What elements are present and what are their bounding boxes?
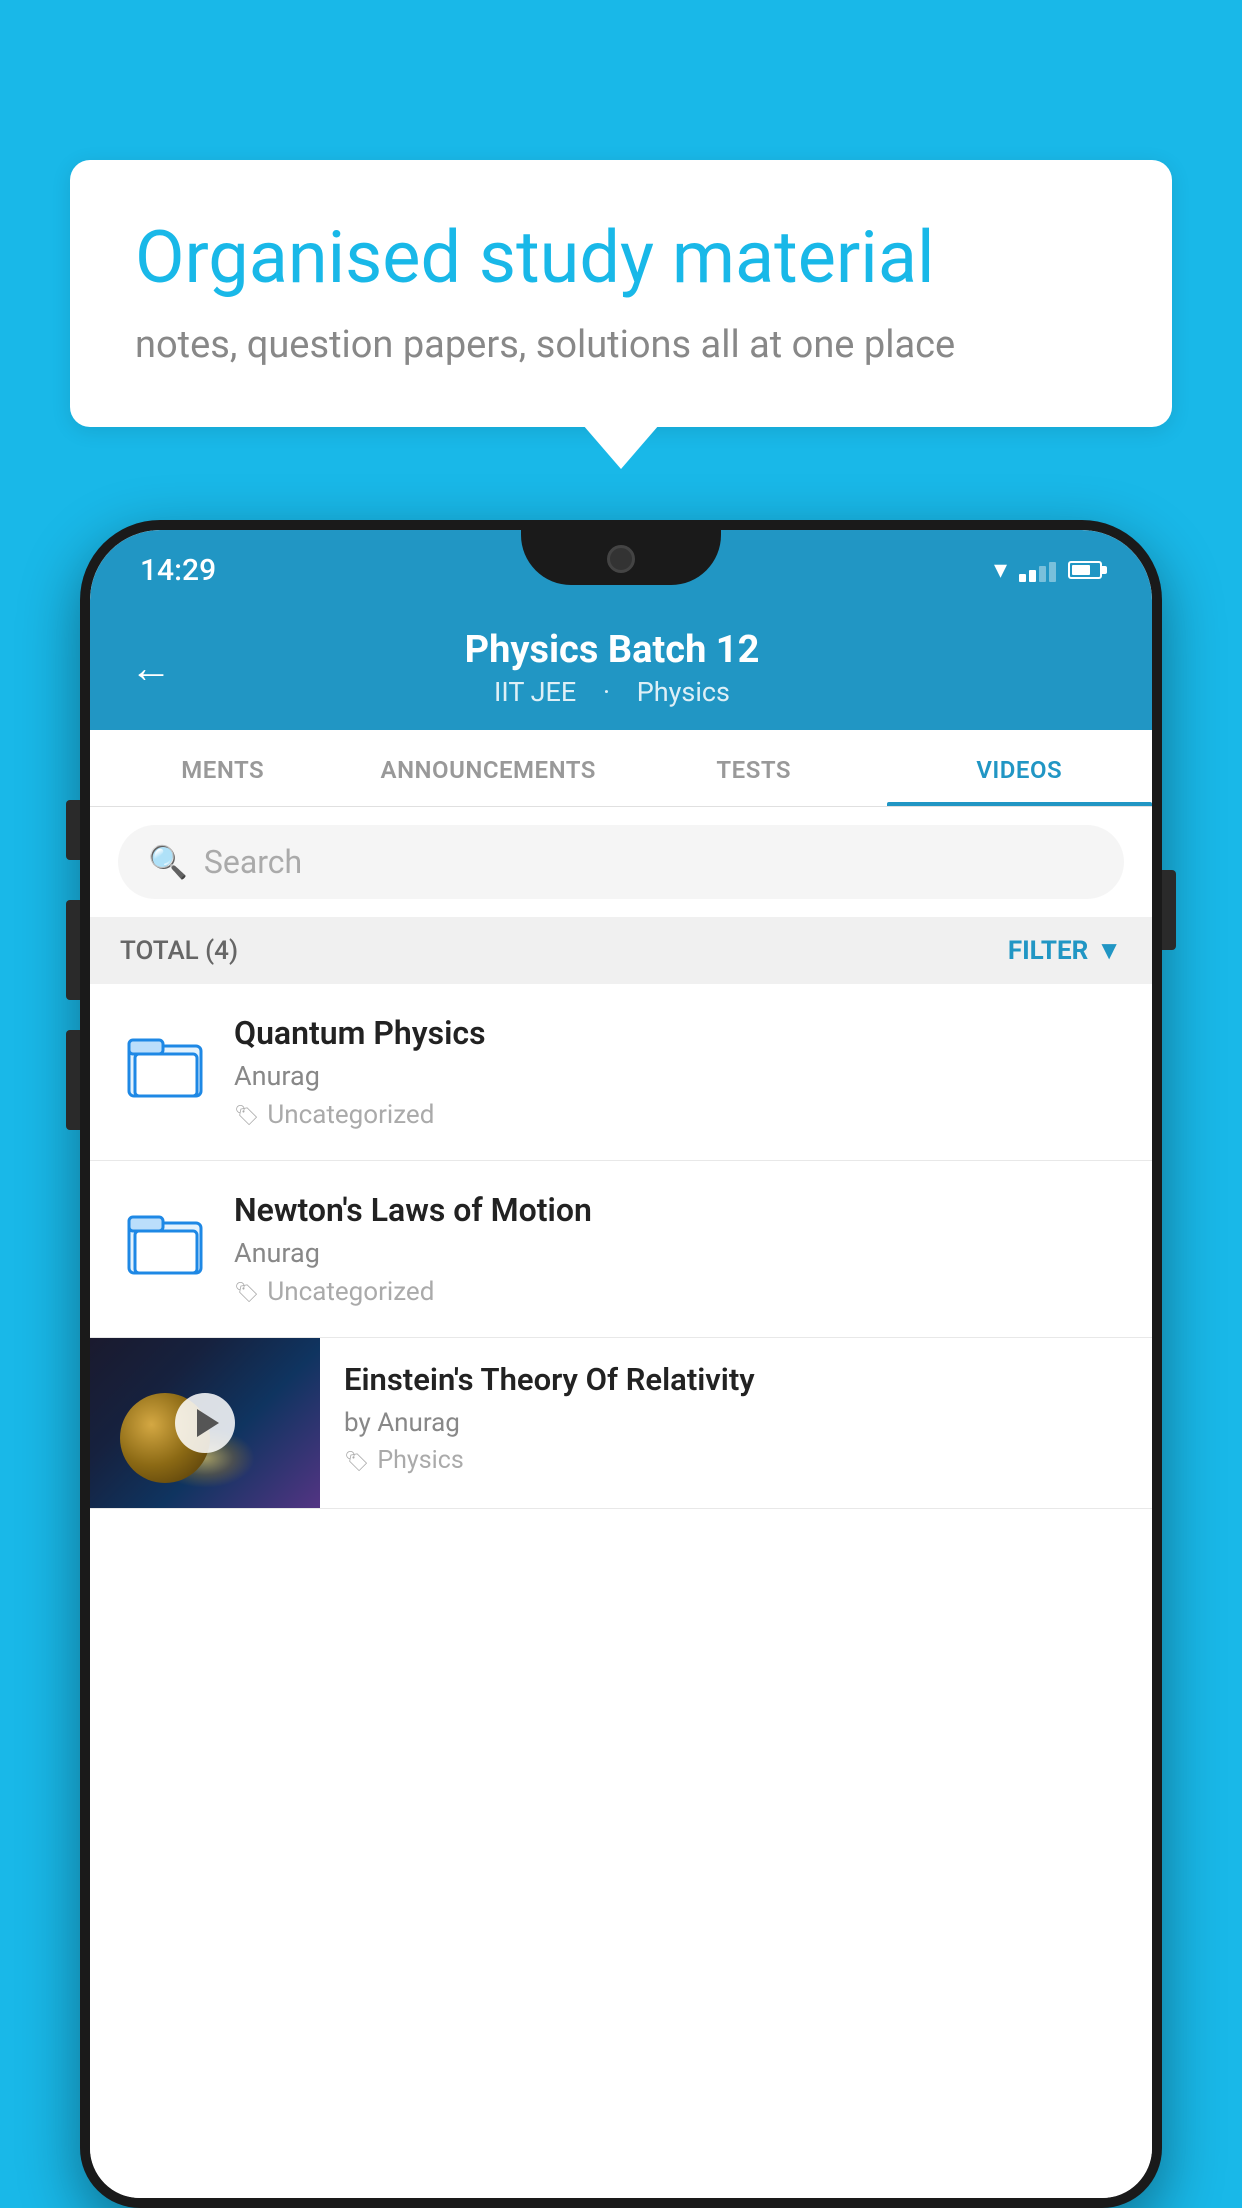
back-button[interactable]: ← [130, 644, 172, 693]
search-input[interactable]: Search [204, 843, 302, 881]
camera-notch [607, 545, 635, 573]
tab-announcements[interactable]: ANNOUNCEMENTS [356, 730, 622, 806]
video-info-quantum: Quantum Physics Anurag 🏷 Uncategorized [234, 1014, 1122, 1130]
tag-icon-newton: 🏷 [234, 1280, 259, 1304]
search-bar-wrapper: 🔍 Search [90, 807, 1152, 917]
bubble-subtitle: notes, question papers, solutions all at… [135, 323, 1107, 367]
search-icon: 🔍 [148, 843, 188, 881]
search-bar[interactable]: 🔍 Search [118, 825, 1124, 899]
header-subtitle-iit: IIT JEE [494, 676, 576, 708]
phone-notch [521, 530, 721, 585]
list-item[interactable]: Einstein's Theory Of Relativity by Anura… [90, 1338, 1152, 1509]
video-tag-einstein: 🏷 Physics [344, 1446, 1128, 1475]
speech-bubble: Organised study material notes, question… [70, 160, 1172, 427]
video-title-newton: Newton's Laws of Motion [234, 1191, 1122, 1229]
wifi-icon: ▾ [994, 555, 1007, 585]
filter-label: FILTER [1008, 936, 1088, 966]
video-folder-icon-quantum [120, 1019, 210, 1109]
phone-screen: 14:29 ▾ [90, 530, 1152, 2198]
tab-videos[interactable]: VIDEOS [887, 730, 1153, 806]
video-author-quantum: Anurag [234, 1060, 1122, 1092]
video-tag-text-quantum: Uncategorized [267, 1100, 434, 1130]
phone-outer: 14:29 ▾ [80, 520, 1162, 2208]
header-subtitle: IIT JEE · Physics [202, 676, 1022, 708]
battery-icon [1068, 561, 1102, 579]
filter-button[interactable]: FILTER ▼ [1008, 935, 1122, 966]
video-thumbnail-einstein [90, 1338, 320, 1508]
video-title-quantum: Quantum Physics [234, 1014, 1122, 1052]
status-time: 14:29 [140, 553, 216, 588]
play-triangle-icon [197, 1409, 219, 1437]
volume-down-button[interactable] [66, 1030, 80, 1130]
list-item[interactable]: Newton's Laws of Motion Anurag 🏷 Uncateg… [90, 1161, 1152, 1338]
tab-tests[interactable]: TESTS [621, 730, 887, 806]
content-area: Quantum Physics Anurag 🏷 Uncategorized [90, 984, 1152, 2198]
video-tag-text-newton: Uncategorized [267, 1277, 434, 1307]
tabs-bar: MENTS ANNOUNCEMENTS TESTS VIDEOS [90, 730, 1152, 807]
app-header: ← Physics Batch 12 IIT JEE · Physics [90, 610, 1152, 730]
power-button[interactable] [1162, 870, 1176, 950]
video-info-newton: Newton's Laws of Motion Anurag 🏷 Uncateg… [234, 1191, 1122, 1307]
header-subtitle-sep: · [603, 676, 617, 708]
video-tag-quantum: 🏷 Uncategorized [234, 1100, 1122, 1130]
video-info-einstein: Einstein's Theory Of Relativity by Anura… [320, 1338, 1152, 1497]
total-count: TOTAL (4) [120, 936, 238, 966]
volume-silent-button[interactable] [66, 800, 80, 860]
phone-container: 14:29 ▾ [80, 520, 1162, 2208]
status-icons: ▾ [994, 555, 1102, 585]
filter-funnel-icon: ▼ [1096, 935, 1122, 966]
signal-icon [1019, 558, 1056, 582]
video-tag-text-einstein: Physics [377, 1446, 463, 1475]
tag-icon-quantum: 🏷 [234, 1103, 259, 1127]
speech-bubble-container: Organised study material notes, question… [70, 160, 1172, 427]
header-title: Physics Batch 12 [202, 628, 1022, 672]
bubble-title: Organised study material [135, 215, 1107, 301]
video-author-einstein: by Anurag [344, 1408, 1128, 1438]
status-bar: 14:29 ▾ [90, 530, 1152, 610]
video-title-einstein: Einstein's Theory Of Relativity [344, 1360, 1128, 1400]
filter-bar: TOTAL (4) FILTER ▼ [90, 917, 1152, 984]
play-button[interactable] [175, 1393, 235, 1453]
video-tag-newton: 🏷 Uncategorized [234, 1277, 1122, 1307]
tag-icon-einstein: 🏷 [344, 1449, 369, 1473]
header-subtitle-physics: Physics [637, 676, 730, 708]
volume-up-button[interactable] [66, 900, 80, 1000]
video-folder-icon-newton [120, 1196, 210, 1286]
header-title-area: Physics Batch 12 IIT JEE · Physics [202, 628, 1022, 708]
video-author-newton: Anurag [234, 1237, 1122, 1269]
list-item[interactable]: Quantum Physics Anurag 🏷 Uncategorized [90, 984, 1152, 1161]
tab-ments[interactable]: MENTS [90, 730, 356, 806]
